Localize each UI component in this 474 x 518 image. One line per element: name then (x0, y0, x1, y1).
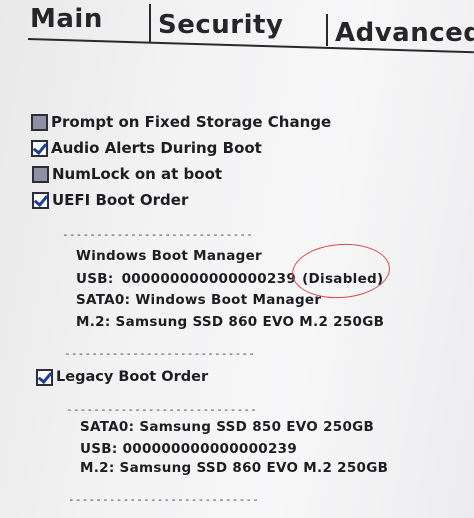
checkbox-numlock-on-at-boot[interactable] (32, 165, 49, 183)
uefi-boot-item-windows-boot-manager[interactable]: Windows Boot Manager (76, 248, 262, 264)
legacy-boot-item-m2[interactable]: M.2: Samsung SSD 860 EVO M.2 250GB (80, 460, 388, 476)
tab-bar: Main Security Advanced (0, 0, 474, 54)
option-label: Audio Alerts During Boot (51, 139, 262, 157)
checkbox-uefi-boot-order[interactable] (32, 191, 49, 209)
option-audio-alerts-during-boot[interactable]: Audio Alerts During Boot (31, 138, 262, 158)
list-separator: ---------------------------- (62, 228, 254, 241)
list-separator: ---------------------------- (66, 403, 258, 416)
list-separator: ---------------------------- (64, 347, 256, 360)
tab-separator (149, 4, 151, 42)
tab-main[interactable]: Main (30, 4, 103, 34)
check-mark-icon (32, 139, 48, 155)
option-uefi-boot-order[interactable]: UEFI Boot Order (32, 190, 188, 210)
check-mark-icon (33, 191, 49, 207)
uefi-boot-item-m2[interactable]: M.2: Samsung SSD 860 EVO M.2 250GB (76, 314, 384, 330)
tab-advanced[interactable]: Advanced (335, 18, 474, 48)
checkbox-prompt-on-fixed-storage-change[interactable] (31, 113, 48, 131)
option-label: Legacy Boot Order (56, 369, 209, 385)
option-label: NumLock on at boot (52, 165, 223, 183)
uefi-boot-item-sata0[interactable]: SATA0: Windows Boot Manager (76, 292, 321, 308)
option-label: UEFI Boot Order (52, 191, 189, 209)
legacy-boot-item-sata0[interactable]: SATA0: Samsung SSD 850 EVO 250GB (80, 419, 374, 435)
legacy-boot-item-usb[interactable]: USB: 000000000000000239 (80, 441, 297, 457)
option-label: Prompt on Fixed Storage Change (51, 113, 332, 131)
list-separator: ---------------------------- (68, 493, 260, 506)
checkbox-legacy-boot-order[interactable] (36, 368, 53, 386)
tab-separator (326, 14, 328, 46)
check-mark-icon (37, 368, 53, 384)
option-prompt-on-fixed-storage-change[interactable]: Prompt on Fixed Storage Change (31, 112, 331, 132)
option-numlock-on-at-boot[interactable]: NumLock on at boot (32, 164, 222, 184)
usb-label: USB: (76, 271, 114, 287)
checkbox-audio-alerts-during-boot[interactable] (31, 139, 48, 157)
option-legacy-boot-order[interactable]: Legacy Boot Order (36, 367, 208, 387)
tab-security[interactable]: Security (158, 10, 283, 40)
usb-device-id: 000000000000000239 (121, 271, 297, 287)
